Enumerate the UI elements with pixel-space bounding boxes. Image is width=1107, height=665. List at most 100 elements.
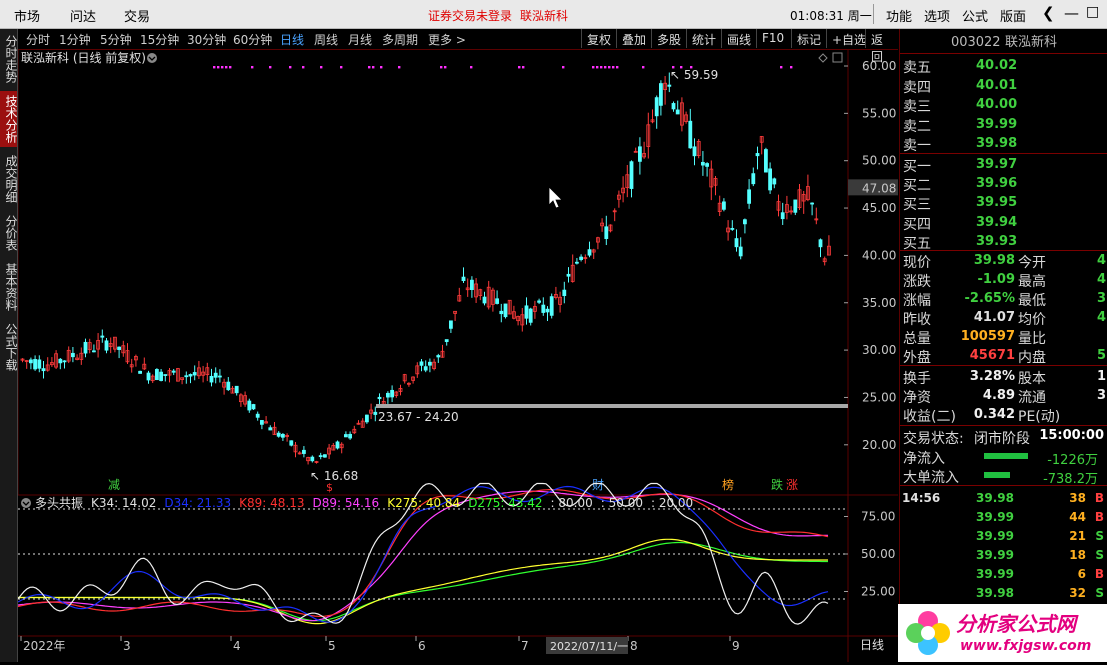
indicator-tick-label: 25.00 bbox=[861, 585, 895, 599]
quote-panel: 003022 联泓新科 卖五 40.02 卖四 40.01 卖三 40.00 卖二 39.99… bbox=[899, 29, 1107, 662]
event-dollar[interactable]: $ bbox=[326, 481, 333, 494]
stat-row[interactable]: 涨跌 -1.09 最高 4 bbox=[900, 270, 1107, 290]
indicator-options-icon[interactable] bbox=[21, 498, 31, 508]
stat-label: 现价 bbox=[903, 255, 931, 271]
menu-wenda[interactable]: 问达 bbox=[70, 6, 96, 25]
tool-overlay[interactable]: 叠加 bbox=[616, 29, 651, 48]
ask-row[interactable]: 卖二 39.99 bbox=[900, 115, 1107, 135]
bid-row[interactable]: 买五 39.93 bbox=[900, 232, 1107, 252]
tab-fundamentals[interactable]: 基本资料 bbox=[0, 259, 18, 315]
event-rise[interactable]: 涨 bbox=[786, 477, 798, 492]
tool-draw[interactable]: 画线 bbox=[721, 29, 756, 48]
stat-row[interactable]: 总量 100597 量比 bbox=[900, 327, 1107, 347]
tool-mark[interactable]: 标记 bbox=[791, 29, 826, 48]
tick-volume: 6 bbox=[1077, 567, 1086, 581]
back-arrow-icon[interactable]: ❮ bbox=[1042, 4, 1055, 22]
stat-row[interactable]: 涨幅 -2.65% 最低 3 bbox=[900, 289, 1107, 309]
watermark-logo: 分析家公式网 www.fxjgsw.com bbox=[898, 604, 1107, 662]
stat2-row[interactable]: 换手 3.28% 股本 1 bbox=[900, 367, 1107, 387]
period-button-daily[interactable]: 日线 bbox=[860, 638, 884, 652]
candle-body bbox=[226, 381, 231, 391]
candle-body bbox=[192, 372, 197, 376]
diamond-icon[interactable] bbox=[818, 53, 828, 63]
period-weekly[interactable]: 周线 bbox=[314, 31, 338, 48]
stat2-row[interactable]: 净资 4.89 流通 3 bbox=[900, 386, 1107, 406]
stat-value-2: 4 bbox=[1096, 310, 1106, 325]
ask-row[interactable]: 卖三 40.00 bbox=[900, 95, 1107, 115]
stat-value-2: 4 bbox=[1096, 253, 1106, 268]
candle-body bbox=[318, 455, 323, 458]
stat-row[interactable]: 现价 39.98 今开 4 bbox=[900, 251, 1107, 271]
flow-row[interactable]: 大单流入 -738.2万 bbox=[900, 466, 1107, 487]
menu-function[interactable]: 功能 bbox=[886, 6, 912, 25]
period-intraday[interactable]: 分时 bbox=[26, 31, 50, 48]
range-label: 23.67 - 24.20 bbox=[378, 410, 459, 424]
tab-technical[interactable]: 技术分析 bbox=[0, 91, 18, 147]
tab-formula-download[interactable]: 公式下载 bbox=[0, 319, 18, 375]
price-axis: 60.00 55.00 50.00 47.08 45.00 40.00 35.00 30.00… bbox=[844, 59, 898, 452]
period-60min[interactable]: 60分钟 bbox=[233, 31, 272, 48]
candle-body bbox=[390, 389, 395, 398]
candle-body bbox=[575, 261, 579, 264]
period-1min[interactable]: 1分钟 bbox=[59, 31, 91, 48]
chart-options-icon[interactable] bbox=[147, 53, 157, 63]
stat2-row[interactable]: 收益(二) 0.342 PE(动) bbox=[900, 405, 1107, 425]
indicator-value: D275: 43.42 bbox=[468, 496, 542, 510]
menu-formula[interactable]: 公式 bbox=[962, 6, 988, 25]
candle-body bbox=[259, 420, 264, 425]
tool-return[interactable]: 返回 bbox=[865, 29, 898, 64]
tool-adjust[interactable]: 复权 bbox=[581, 29, 616, 48]
period-30min[interactable]: 30分钟 bbox=[187, 31, 226, 48]
candle-body bbox=[499, 310, 504, 315]
ask-row[interactable]: 卖五 40.02 bbox=[900, 56, 1107, 76]
date-tick-label: 7 bbox=[521, 639, 529, 653]
ask-row[interactable]: 卖四 40.01 bbox=[900, 76, 1107, 96]
login-notice[interactable]: 证券交易未登录 bbox=[428, 7, 512, 24]
minimize-icon[interactable]: — bbox=[1064, 4, 1079, 22]
period-daily[interactable]: 日线 bbox=[280, 31, 304, 48]
menu-trade[interactable]: 交易 bbox=[124, 6, 150, 25]
candle-body bbox=[41, 368, 46, 372]
bid-row[interactable]: 买一 39.97 bbox=[900, 155, 1107, 175]
tick-side: B bbox=[1094, 510, 1104, 524]
date-tick-label: 6 bbox=[418, 639, 426, 653]
tool-multi-stock[interactable]: 多股 bbox=[651, 29, 686, 48]
menu-layout[interactable]: 版面 bbox=[1000, 6, 1026, 25]
signal-dot bbox=[221, 66, 224, 69]
event-reduce[interactable]: 减 bbox=[108, 478, 120, 492]
candle-body bbox=[343, 434, 348, 438]
period-monthly[interactable]: 月线 bbox=[348, 31, 372, 48]
menu-options[interactable]: 选项 bbox=[924, 6, 950, 25]
stat-row[interactable]: 外盘 45671 内盘 5 bbox=[900, 346, 1107, 366]
bid-row[interactable]: 买三 39.95 bbox=[900, 193, 1107, 213]
signal-dot bbox=[229, 66, 232, 69]
bid-row[interactable]: 买四 39.94 bbox=[900, 213, 1107, 233]
stat2-label: 收益(二) bbox=[903, 409, 956, 425]
tab-trades[interactable]: 成交明细 bbox=[0, 151, 18, 207]
candle-body bbox=[524, 305, 529, 319]
tab-intraday[interactable]: 分时走势 bbox=[0, 31, 18, 87]
panel-expand-icon[interactable] bbox=[832, 52, 843, 63]
flow-row[interactable]: 净流入 -1226万 bbox=[900, 447, 1107, 468]
event-list[interactable]: 榜 bbox=[722, 477, 734, 492]
event-fall[interactable]: 跌 bbox=[771, 477, 783, 492]
candle-body bbox=[654, 97, 659, 117]
bid-row[interactable]: 买二 39.96 bbox=[900, 174, 1107, 194]
chart-area[interactable]: 60.00 55.00 50.00 47.08 45.00 40.00 35.00 30.00… bbox=[17, 48, 898, 662]
tool-f10[interactable]: F10 bbox=[756, 29, 789, 48]
period-15min[interactable]: 15分钟 bbox=[140, 31, 179, 48]
period-more[interactable]: 更多 > bbox=[428, 31, 466, 48]
tool-statistics[interactable]: 统计 bbox=[686, 29, 721, 48]
tab-price-table[interactable]: 分价表 bbox=[0, 211, 18, 255]
ask-label: 卖二 bbox=[903, 118, 931, 135]
menu-market[interactable]: 市场 bbox=[14, 6, 40, 25]
period-5min[interactable]: 5分钟 bbox=[100, 31, 132, 48]
tick-side: B bbox=[1094, 491, 1104, 505]
restore-icon[interactable]: □ bbox=[1086, 4, 1099, 20]
kline-chart[interactable]: 60.00 55.00 50.00 47.08 45.00 40.00 35.00 30.00… bbox=[17, 48, 898, 662]
event-finance[interactable]: 财 bbox=[592, 478, 604, 492]
stat-label-2: 均价 bbox=[1018, 312, 1046, 328]
period-multi[interactable]: 多周期 bbox=[382, 31, 418, 48]
ask-row[interactable]: 卖一 39.98 bbox=[900, 134, 1107, 154]
stat-row[interactable]: 昨收 41.07 均价 4 bbox=[900, 308, 1107, 328]
